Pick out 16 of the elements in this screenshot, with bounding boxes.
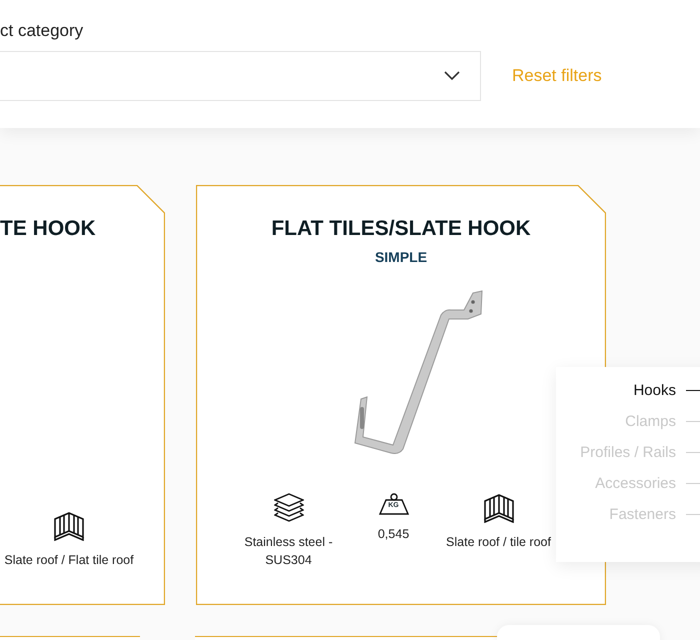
spec-text: 0,545: [378, 526, 410, 543]
field-label: ct category: [0, 21, 84, 41]
spec-text: Slate roof / Flat tile roof: [4, 552, 134, 569]
reset-filters-link[interactable]: Reset filters: [512, 66, 602, 86]
roof-corner-icon: [53, 511, 85, 541]
category-nav-item[interactable]: Hooks: [633, 382, 700, 399]
spec-text: Stainless steel - SUS304: [243, 534, 334, 569]
product-subtitle: SIMPLE: [374, 249, 428, 265]
product-card[interactable]: TE HOOK Slate roof / Flat tile roof: [0, 185, 165, 605]
layers-icon: [274, 493, 304, 523]
chevron-down-icon: [444, 71, 460, 81]
roof-corner-icon: [482, 493, 514, 523]
product-title: TE HOOK: [0, 217, 97, 241]
category-select[interactable]: [0, 51, 481, 101]
spec-text: Slate roof / tile roof: [446, 534, 551, 551]
product-title: FLAT TILES/SLATE HOOK: [270, 217, 532, 241]
